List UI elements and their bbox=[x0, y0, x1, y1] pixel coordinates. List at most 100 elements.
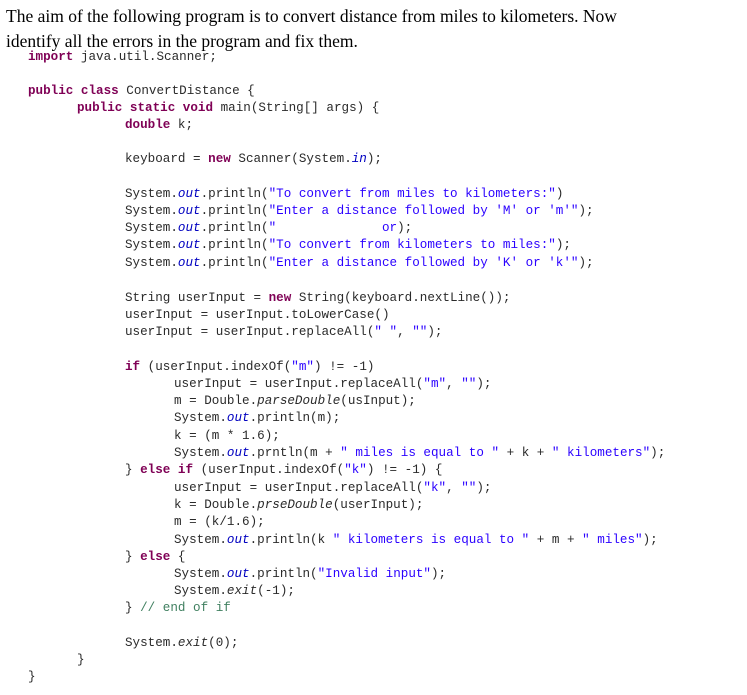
code-text: userInput = userInput.replaceAll( bbox=[174, 377, 424, 391]
code-text: System. bbox=[125, 187, 178, 201]
code-text: String userInput = bbox=[125, 291, 269, 305]
code-text: .println( bbox=[200, 238, 269, 252]
calc-k-line: k = (m * 1.6); bbox=[174, 429, 280, 443]
code-text: , bbox=[397, 325, 413, 339]
code-text: java.util.Scanner; bbox=[73, 50, 217, 64]
code-text: (-1); bbox=[257, 584, 295, 598]
end-if-line: } // end of if bbox=[125, 600, 231, 617]
comment: // end of if bbox=[140, 601, 231, 615]
read-input-line: String userInput = new String(keyboard.n… bbox=[125, 290, 510, 307]
exit-error-line: System.exit(-1); bbox=[174, 583, 295, 600]
class-declaration: public class ConvertDistance { bbox=[28, 83, 255, 100]
code-text: ) != -1) { bbox=[366, 463, 443, 477]
code-text: System. bbox=[174, 567, 227, 581]
code-text: userInput = userInput.replaceAll( bbox=[174, 481, 424, 495]
println-line: System.out.println("To convert from mile… bbox=[125, 186, 563, 203]
string-literal: " or bbox=[268, 221, 398, 235]
close-class-brace: } bbox=[28, 670, 36, 684]
field: out bbox=[226, 533, 250, 547]
code-text: userInput = userInput.replaceAll( bbox=[125, 325, 375, 339]
code-text: } bbox=[125, 601, 141, 615]
code-text: (userInput); bbox=[332, 498, 424, 512]
parse-m-line: m = Double.parseDouble(usInput); bbox=[174, 393, 416, 410]
code-text: .println(k bbox=[249, 533, 333, 547]
code-text: .println( bbox=[249, 567, 318, 581]
static-method: exit bbox=[177, 636, 209, 650]
else-statement: } else { bbox=[125, 549, 185, 566]
code-text: ConvertDistance { bbox=[118, 84, 255, 98]
static-method: prseDouble bbox=[257, 498, 333, 512]
code-text: .println(m); bbox=[249, 411, 341, 425]
keyword: else bbox=[140, 550, 171, 564]
field: out bbox=[226, 446, 250, 460]
code-text: main(String[] args) { bbox=[213, 101, 380, 115]
string-literal: "k" bbox=[344, 463, 367, 477]
field: out bbox=[177, 256, 201, 270]
string-literal: "Invalid input" bbox=[317, 567, 431, 581]
code-text: ); bbox=[578, 204, 594, 218]
code-text: } bbox=[125, 463, 141, 477]
println-line: System.out.println("To convert from kilo… bbox=[125, 237, 571, 254]
code-text: { bbox=[170, 550, 186, 564]
parse-k-line: k = Double.prseDouble(userInput); bbox=[174, 497, 423, 514]
code-text: .println( bbox=[200, 187, 269, 201]
string-literal: "k" bbox=[423, 481, 447, 495]
string-literal: "To convert from miles to kilometers:" bbox=[268, 187, 556, 201]
close-main-brace: } bbox=[77, 653, 85, 667]
code-text: m = Double. bbox=[174, 394, 258, 408]
invalid-input-line: System.out.println("Invalid input"); bbox=[174, 566, 446, 583]
println-line: System.out.println("Enter a distance fol… bbox=[125, 255, 594, 272]
print-miles-result-line: System.out.prntln(m + " miles is equal t… bbox=[174, 445, 665, 462]
code-text: k; bbox=[170, 118, 194, 132]
string-literal: " " bbox=[374, 325, 398, 339]
println-line: System.out.println("Enter a distance fol… bbox=[125, 203, 594, 220]
code-text: (usInput); bbox=[340, 394, 416, 408]
code-text: keyboard = bbox=[125, 152, 209, 166]
code-text: ); bbox=[366, 152, 382, 166]
string-literal: "Enter a distance followed by 'K' or 'k'… bbox=[268, 256, 579, 270]
code-text: ); bbox=[476, 481, 492, 495]
code-text: ) bbox=[555, 187, 564, 201]
code-text: ); bbox=[555, 238, 571, 252]
code-text: .println( bbox=[200, 256, 269, 270]
keyword: new bbox=[208, 152, 231, 166]
strip-spaces-line: userInput = userInput.replaceAll(" ", ""… bbox=[125, 324, 442, 341]
field: out bbox=[226, 411, 250, 425]
string-literal: "" bbox=[461, 377, 477, 391]
code-text: .prntln(m + bbox=[249, 446, 341, 460]
calc-m-line: m = (k/1.6); bbox=[174, 515, 265, 529]
code-text: + k + bbox=[499, 446, 552, 460]
code-text: System. bbox=[125, 256, 178, 270]
exit-success-line: System.exit(0); bbox=[125, 635, 238, 652]
string-literal: " miles" bbox=[582, 533, 643, 547]
keyword: new bbox=[268, 291, 292, 305]
field: out bbox=[226, 567, 250, 581]
code-text: , bbox=[446, 481, 462, 495]
static-method: parseDouble bbox=[257, 394, 341, 408]
scanner-creation: keyboard = new Scanner(System.in); bbox=[125, 151, 382, 168]
field: in bbox=[351, 152, 367, 166]
println-line: System.out.println(" or); bbox=[125, 220, 412, 237]
main-declaration: public static void main(String[] args) { bbox=[77, 100, 379, 117]
replace-m-line: userInput = userInput.replaceAll("m", ""… bbox=[174, 376, 491, 393]
code-text: (userInput.indexOf( bbox=[193, 463, 345, 477]
code-text: System. bbox=[174, 533, 227, 547]
code-text: System. bbox=[174, 584, 227, 598]
lowercase-line: userInput = userInput.toLowerCase() bbox=[125, 308, 390, 322]
code-text: System. bbox=[125, 636, 178, 650]
keyword: import bbox=[28, 50, 74, 64]
code-text: , bbox=[446, 377, 462, 391]
code-text: ); bbox=[397, 221, 413, 235]
replace-k-line: userInput = userInput.replaceAll("k", ""… bbox=[174, 480, 491, 497]
keyword: public static void bbox=[77, 101, 214, 115]
variable-declaration: double k; bbox=[125, 117, 193, 134]
code-text: Scanner(System. bbox=[230, 152, 352, 166]
field: out bbox=[177, 204, 201, 218]
field: out bbox=[177, 238, 201, 252]
field: out bbox=[177, 187, 201, 201]
string-literal: " kilometers" bbox=[551, 446, 651, 460]
print-m-line: System.out.println(m); bbox=[174, 410, 340, 427]
keyword: public class bbox=[28, 84, 119, 98]
code-text: ); bbox=[650, 446, 666, 460]
question-line-2: identify all the errors in the program a… bbox=[6, 31, 358, 51]
